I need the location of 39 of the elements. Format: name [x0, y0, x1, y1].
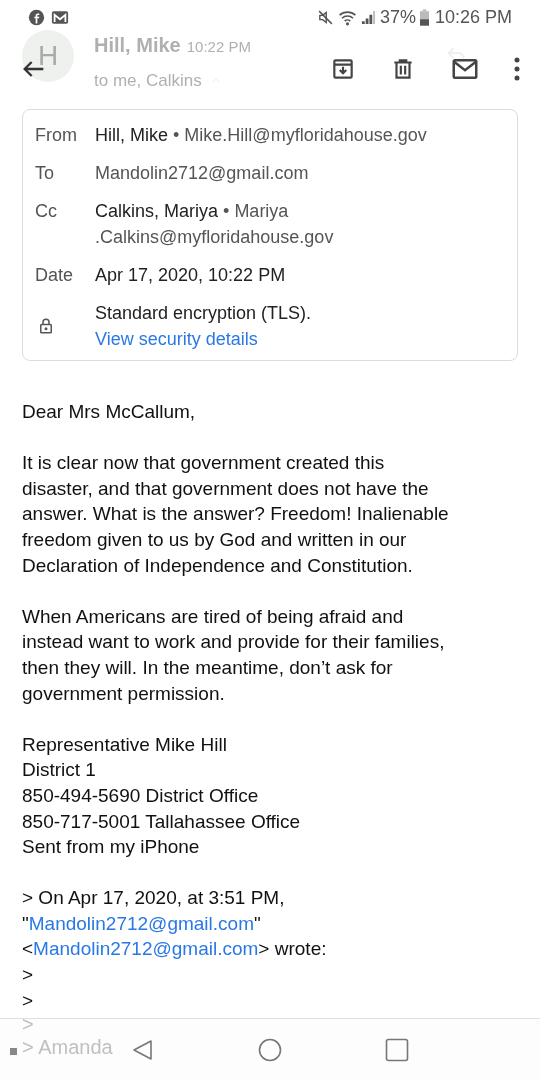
detail-label: Date: [35, 264, 75, 287]
facebook-icon: [28, 8, 45, 26]
detail-label: To: [35, 162, 55, 185]
email-link[interactable]: Mandolin2712@gmail.com: [33, 938, 259, 960]
more-options-button[interactable]: [514, 57, 520, 81]
signal-icon: [360, 9, 376, 25]
detail-value: Calkins, Mariya • Mariya .Calkins@myfloridahouse.gov: [95, 200, 335, 249]
battery-icon: [419, 8, 429, 26]
quote-line: > On Apr 17, 2020, at 3:51 PM,: [22, 886, 286, 911]
detail-label: From: [35, 124, 78, 147]
body-paragraph: When Americans are tired of being afraid and instead want to work and provide for their families, then they will. In the meantime, don’t ask for government permission.: [22, 604, 446, 706]
archive-button[interactable]: [330, 56, 356, 82]
quote-line: <Mandolin2712@gmail.com> wrote:: [22, 937, 328, 962]
clock: 10:26 PM: [434, 5, 512, 29]
email-link[interactable]: Mandolin2712@gmail.com: [28, 912, 254, 934]
lock-icon: [37, 316, 55, 336]
detail-value: Mandolin2712@gmail.com: [95, 162, 309, 185]
detail-value: Apr 17, 2020, 10:22 PM: [95, 264, 286, 287]
battery-percent: 37%: [379, 5, 416, 29]
detail-value: Hill, Mike • Mike.Hill@myfloridahouse.gov: [95, 124, 427, 147]
faded-quote-line: > Amanda: [22, 1036, 113, 1060]
quote-line: >: [22, 988, 35, 1013]
muted-speaker-icon: [316, 8, 334, 26]
message-time: 10:22 PM: [186, 37, 251, 57]
detail-label: Cc: [35, 200, 58, 223]
body-paragraph: It is clear now that government created this disaster, and that government does not have the answer. What is the answer? Freedom! Inalienable freedom given to us by God and written in our Declaration of Independence and Constitution.: [22, 451, 450, 578]
encryption-text: Standard encryption (TLS).: [95, 302, 312, 325]
security-details-link[interactable]: View security details: [95, 326, 312, 352]
avatar: H: [22, 30, 74, 82]
quote-line: >: [22, 963, 35, 988]
body-paragraph: Dear Mrs McCallum,: [22, 400, 197, 424]
mail-icon: [51, 9, 69, 25]
body-paragraph: Representative Mike Hill District 1 850-494-5690 District Office 850-717-5001 Tallahassee Office Sent from my iPhone: [22, 732, 302, 860]
quote-line: "Mandolin2712@gmail.com": [22, 911, 262, 936]
recent-apps-button[interactable]: [384, 1037, 409, 1062]
recipients-summary: to me, Calkins: [94, 70, 202, 92]
faded-quote-line: >: [22, 1013, 34, 1037]
home-nav-button[interactable]: [258, 1037, 282, 1062]
sender-name: Hill, Mike: [94, 33, 181, 58]
